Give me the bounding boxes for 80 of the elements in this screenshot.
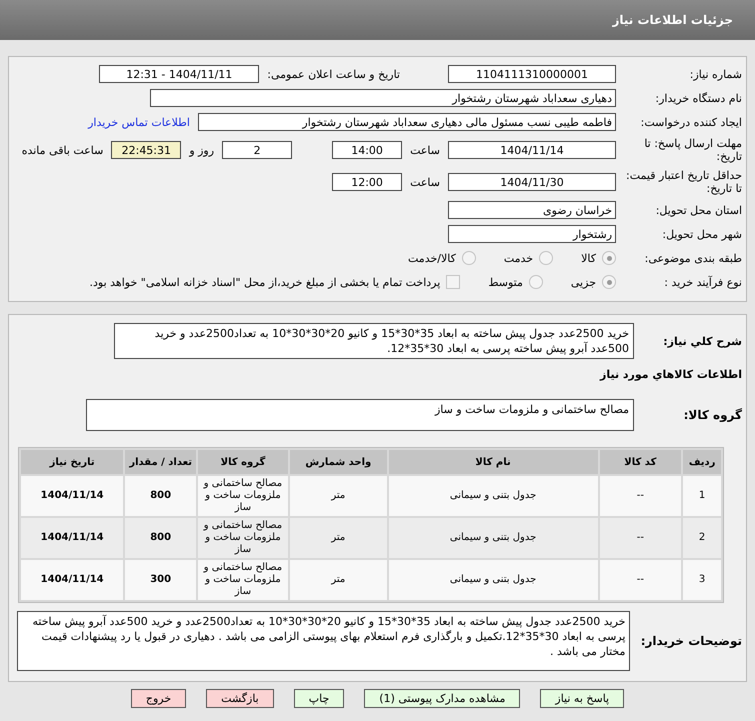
table-cell: متر xyxy=(290,476,387,516)
checkbox-label: پرداخت تمام یا بخشی از مبلغ خرید،از محل "اسناد خزانه اسلامی" خواهد بود. xyxy=(90,276,440,288)
field-label: مهلت ارسال پاسخ: تا تاریخ: xyxy=(643,137,742,163)
column-header: تعداد / مقدار xyxy=(125,450,196,474)
field-label: ایجاد کننده درخواست: xyxy=(640,116,742,128)
city-field[interactable]: رشتخوار xyxy=(448,225,616,243)
province-field[interactable]: خراسان رضوی xyxy=(448,201,616,219)
radio-button[interactable] xyxy=(602,275,616,289)
action-button[interactable]: خروج xyxy=(130,689,186,708)
validity-date-field[interactable]: 1404/11/30 xyxy=(448,173,616,191)
table-cell: جدول بتنی و سیمانی xyxy=(388,476,598,516)
action-button[interactable]: مشاهده مدارک پیوستی (1) xyxy=(364,689,520,708)
table-cell: جدول بتنی و سیمانی xyxy=(388,560,598,600)
action-button[interactable]: پاسخ به نیاز xyxy=(540,689,624,708)
radio-button[interactable] xyxy=(602,251,616,265)
field-label: استان محل تحویل: xyxy=(654,204,742,216)
column-header: نام کالا xyxy=(388,450,598,474)
field-label: نوع فرآیند خرید : xyxy=(663,276,742,288)
field-label: نام دستگاه خریدار: xyxy=(654,92,742,104)
column-header: تاریخ نیاز xyxy=(21,450,124,474)
field-label: ساعت xyxy=(410,144,440,156)
table-cell: 1404/11/14 xyxy=(21,476,124,516)
table-cell: 1404/11/14 xyxy=(21,560,124,600)
validity-time-field[interactable]: 12:00 xyxy=(332,173,402,191)
table-cell: -- xyxy=(600,560,682,600)
radio-label: جزیی xyxy=(570,276,596,288)
action-button[interactable]: چاپ xyxy=(294,689,344,708)
table-cell: مصالح ساختمانی و ملزومات ساخت و ساز xyxy=(198,476,288,516)
field-label: حداقل تاریخ اعتبار قیمت: تا تاریخ: xyxy=(625,169,742,195)
table-cell: 800 xyxy=(125,518,196,558)
description-field[interactable]: خرید 2500عدد جدول پیش ساخته به ابعاد 35*30*15 و کانیو 20*30*30*10 به تعداد2500عدد و خرید 500عدد آبرو پیش ساخته پرسی به ابعاد 30*35*12. xyxy=(114,323,634,359)
column-header: گروه کالا xyxy=(198,450,288,474)
table-cell: متر xyxy=(290,518,387,558)
buyer-org-field[interactable]: دهیاری سعداباد شهرستان رشتخوار xyxy=(150,89,616,107)
action-button[interactable]: بازگشت xyxy=(206,689,274,708)
buyer-contact-link[interactable]: اطلاعات تماس خریدار xyxy=(88,116,190,128)
need-number-field[interactable]: 1104111310000001 xyxy=(448,65,616,83)
page-title: جزئیات اطلاعات نیاز xyxy=(612,13,733,27)
table-cell: 1 xyxy=(683,476,721,516)
column-header: ردیف xyxy=(683,450,721,474)
field-label: ساعت xyxy=(410,176,440,188)
goods-group-field[interactable]: مصالح ساختمانی و ملزومات ساخت و ساز xyxy=(86,399,634,431)
field-label: روز و xyxy=(189,144,214,156)
radio-button[interactable] xyxy=(528,275,543,289)
radio-button[interactable] xyxy=(539,251,554,265)
deadline-date-field[interactable]: 1404/11/14 xyxy=(448,141,616,159)
column-header: واحد شمارش xyxy=(290,450,387,474)
section-title: اطلاعات کالاهاي مورد نياز xyxy=(600,368,742,380)
deadline-time-field[interactable]: 14:00 xyxy=(332,141,402,159)
announce-date-field[interactable]: 1404/11/11 - 12:31 xyxy=(99,65,260,83)
table-cell: -- xyxy=(600,476,682,516)
table-cell: 1404/11/14 xyxy=(21,518,124,558)
remaining-time-field: 22:45:31 xyxy=(111,141,182,159)
table-cell: جدول بتنی و سیمانی xyxy=(388,518,598,558)
table-cell: 800 xyxy=(125,476,196,516)
requester-field[interactable]: فاطمه طیبی نسب مسئول مالی دهیاری سعداباد شهرستان رشتخوار xyxy=(198,113,616,131)
field-label: شهر محل تحویل: xyxy=(661,228,742,240)
field-label: طبقه بندی موضوعی: xyxy=(644,252,742,264)
field-label: تاریخ و ساعت اعلان عمومی: xyxy=(267,68,400,80)
table-cell: مصالح ساختمانی و ملزومات ساخت و ساز xyxy=(198,560,288,600)
table-cell: متر xyxy=(290,560,387,600)
table-cell: 300 xyxy=(125,560,196,600)
table-cell: 3 xyxy=(683,560,721,600)
radio-label: کالا/خدمت xyxy=(408,252,456,264)
table-cell: 2 xyxy=(683,518,721,558)
field-label: گروه کالا: xyxy=(682,408,742,422)
buyer-notes-field[interactable]: خرید 2500عدد جدول پیش ساخته به ابعاد 35*30*15 و کانیو 20*30*30*10 به تعداد2500عدد و خرید 500عدد آبرو پیش ساخته پرسی به ابعاد 30*35*12.تکمیل و بارگذاری فرم استعلام بهای پیوستی الزامی می باشد . دهیاری در قبول یا رد پیشنهادات قیمت مختار می باشد . xyxy=(17,611,630,671)
field-label: شرح کلي نياز: xyxy=(662,334,742,348)
table-cell: مصالح ساختمانی و ملزومات ساخت و ساز xyxy=(198,518,288,558)
field-label: شماره نیاز: xyxy=(688,68,742,80)
field-label: توضیحات خریدار: xyxy=(640,634,742,648)
radio-button[interactable] xyxy=(462,251,476,265)
radio-label: کالا xyxy=(581,252,596,264)
field-label: ساعت باقی مانده xyxy=(22,144,104,156)
column-header: کد کالا xyxy=(600,450,682,474)
radio-label: متوسط xyxy=(488,276,523,288)
table-cell: -- xyxy=(600,518,682,558)
days-field[interactable]: 2 xyxy=(222,141,292,159)
radio-label: خدمت xyxy=(504,252,534,264)
checkbox[interactable] xyxy=(446,275,460,289)
